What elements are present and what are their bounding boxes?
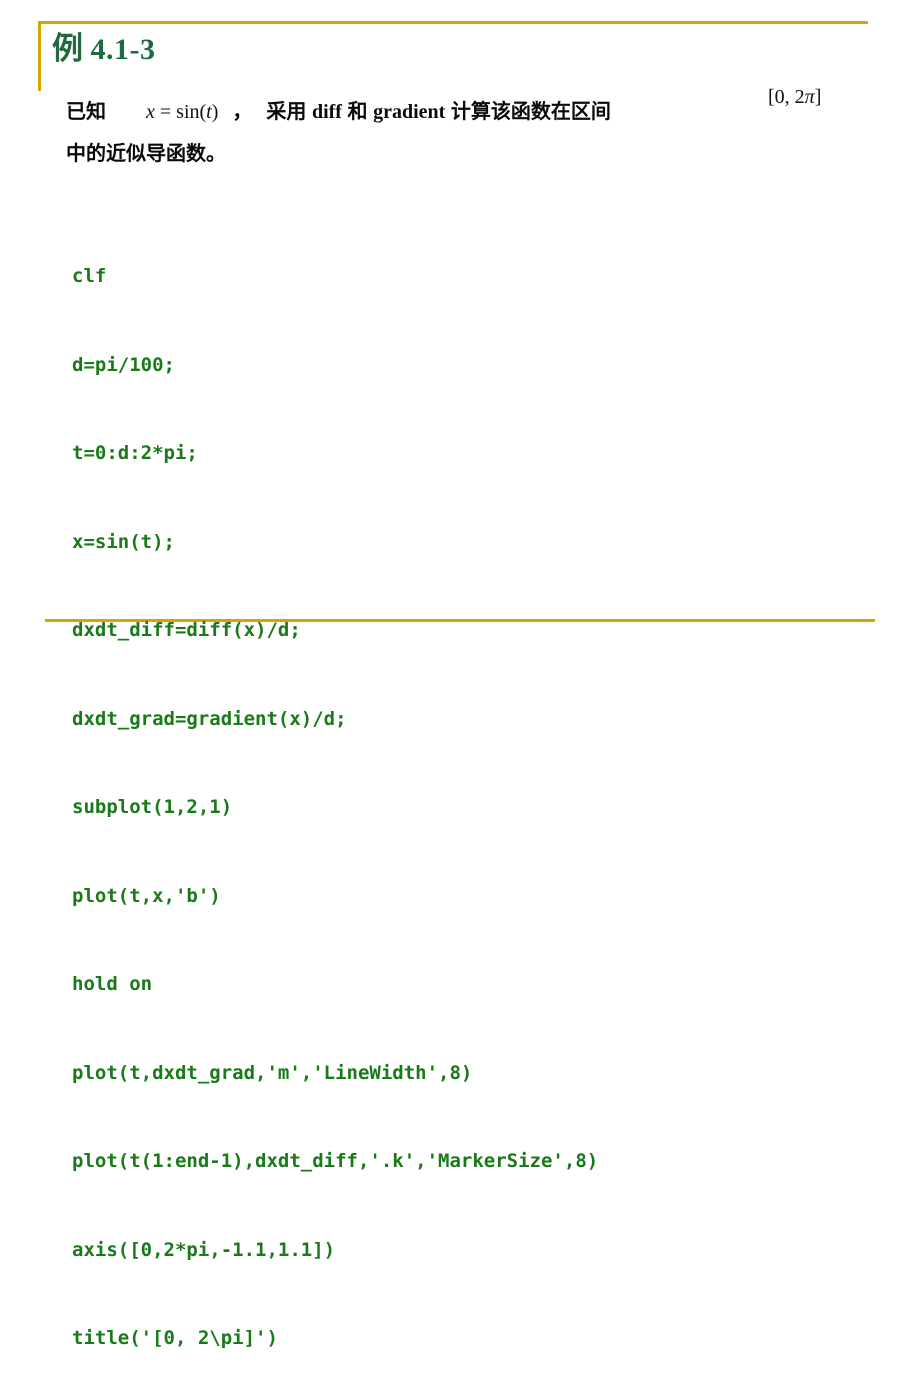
- code-line: hold on: [72, 973, 153, 995]
- matlab-code-block: clf d=pi/100; t=0:d:2*pi; x=sin(t); dxdt…: [72, 203, 598, 1380]
- statement-line-2-text: 中的近似导函数。: [66, 141, 226, 165]
- statement-mid-cjk: 采用: [266, 99, 307, 123]
- inline-formula: x = sin(t): [146, 101, 218, 123]
- page-title-cjk: 例: [52, 31, 84, 67]
- statement-comma: ，: [232, 99, 253, 123]
- interval-close-bracket: ]: [814, 86, 822, 108]
- page-title: 例 4.1-3: [52, 32, 156, 66]
- code-line: plot(t,x,'b'): [72, 884, 221, 907]
- code-line: title('[0, 2\pi]'): [72, 1327, 278, 1349]
- slide-canvas: 例 4.1-3 已知 x = sin(t) ， 采用 diff 和 gradient 计…: [0, 0, 920, 1349]
- code-line: plot(t,dxdt_grad,'m','LineWidth',8): [72, 1061, 473, 1084]
- page-title-number: 4.1-3: [90, 33, 156, 66]
- top-gold-rule: [38, 21, 868, 24]
- statement-line-2: 中的近似导函数。: [66, 132, 896, 174]
- code-line: subplot(1,2,1): [72, 796, 233, 818]
- code-line: dxdt_diff=diff(x)/d;: [72, 619, 301, 641]
- formula-var-x: x: [146, 101, 155, 123]
- interval-separator: ,: [784, 86, 795, 108]
- function-name-diff: diff: [311, 101, 342, 123]
- function-name-gradient: gradient: [373, 101, 446, 123]
- code-line: t=0:d:2*pi;: [72, 442, 198, 464]
- left-gold-rule: [38, 21, 41, 91]
- formula-equals: =: [159, 101, 172, 123]
- statement-lead: 已知: [66, 99, 106, 123]
- code-line: plot(t(1:end-1),dxdt_diff,'.k','MarkerSi…: [72, 1150, 599, 1172]
- code-line: dxdt_grad=gradient(x)/d;: [72, 707, 347, 730]
- statement-tail-cjk: 计算该函数在区间: [450, 99, 611, 123]
- interval-lower-bound: 0: [774, 86, 785, 108]
- code-line: x=sin(t);: [72, 530, 175, 553]
- interval-notation: [0, 2π]: [768, 86, 821, 109]
- interval-coefficient: 2: [794, 86, 805, 108]
- formula-func: sin(: [176, 101, 207, 123]
- code-line: axis([0,2*pi,-1.1,1.1]): [72, 1238, 336, 1261]
- interval-pi-symbol: π: [804, 86, 815, 108]
- code-line: d=pi/100;: [72, 353, 175, 376]
- code-line: clf: [72, 265, 107, 287]
- interval-open-bracket: [: [768, 86, 775, 108]
- formula-close-paren: ): [211, 101, 219, 123]
- statement-conjunction: 和: [347, 99, 368, 123]
